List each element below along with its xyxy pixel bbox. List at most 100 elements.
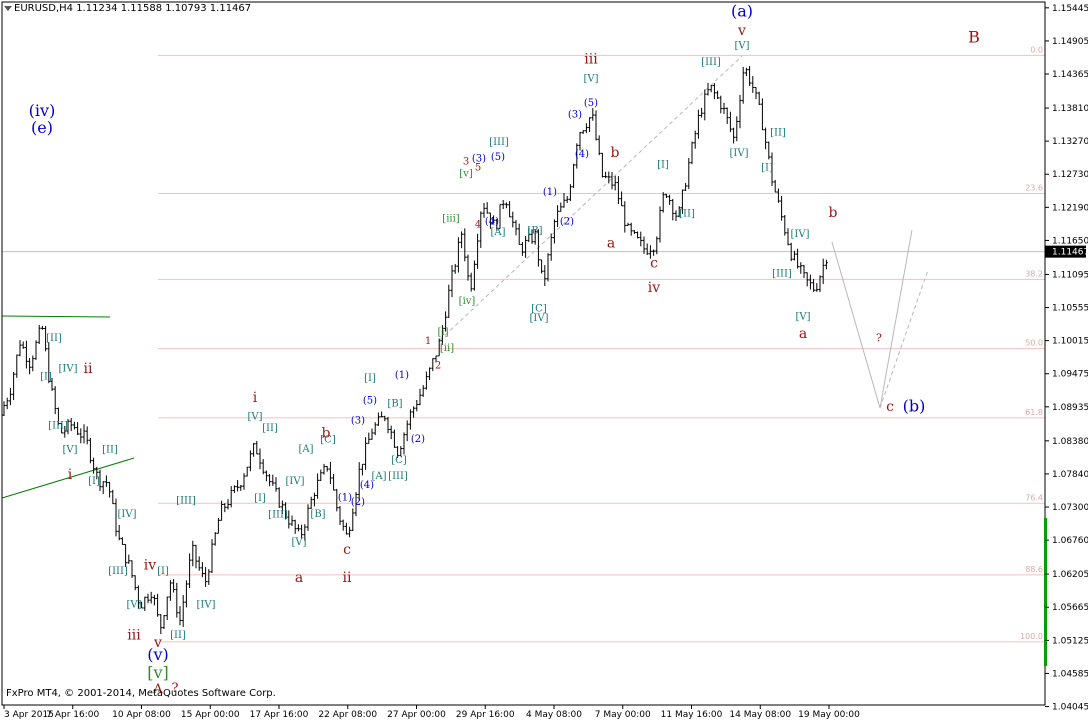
y-tick-label: 1.04045: [1052, 703, 1088, 713]
fib-label: 88.6: [1025, 565, 1043, 574]
candle: [168, 580, 172, 601]
y-tick-label: 1.15445: [1052, 4, 1088, 14]
candle: [290, 515, 294, 526]
wave-label: [V]: [126, 600, 141, 611]
candle: [511, 211, 515, 228]
candle: [469, 272, 473, 292]
candle: [524, 236, 528, 258]
candle: [319, 469, 323, 481]
y-tick-label: 1.07840: [1052, 470, 1088, 480]
wave-label: (3): [568, 109, 582, 120]
candle: [258, 448, 262, 470]
wave-label: (3): [472, 153, 486, 164]
candle: [639, 231, 643, 247]
candle: [328, 461, 332, 484]
candle: [808, 274, 812, 290]
wave-label: iv: [648, 280, 660, 296]
candle: [392, 429, 396, 448]
candle: [700, 107, 704, 118]
x-tick-label: 22 Apr 08:00: [318, 710, 377, 720]
candle: [767, 141, 771, 160]
candle: [562, 192, 566, 208]
wave-label: [IV]: [197, 600, 216, 611]
candle: [8, 387, 12, 406]
candle: [668, 194, 672, 205]
wave-label: i: [253, 390, 258, 406]
wave-label: [A]: [490, 227, 505, 238]
candle: [348, 526, 352, 538]
candle: [360, 463, 364, 476]
candles: [2, 66, 828, 635]
x-tick-label: 27 Apr 00:00: [387, 710, 446, 720]
candle: [344, 522, 348, 535]
x-tick-label: 17 Apr 16:00: [250, 710, 309, 720]
wave-label: (b): [903, 397, 926, 416]
candle: [351, 508, 355, 532]
candle: [15, 354, 19, 378]
candle: [156, 593, 160, 617]
wave-label: b: [611, 145, 620, 161]
price-chart[interactable]: 0.023.638.250.061.876.488.6100.0 (iv)(e)…: [0, 0, 1088, 721]
candle: [696, 109, 700, 139]
wave-label: (5): [584, 98, 598, 109]
candle: [738, 94, 742, 129]
candle: [181, 595, 185, 627]
y-tick-label: 1.07300: [1052, 503, 1088, 513]
candle: [341, 519, 345, 531]
y-tick-label: 1.09475: [1052, 370, 1088, 380]
wave-label: [i]: [437, 327, 448, 338]
candle: [776, 188, 780, 203]
wave-label: ii: [343, 570, 352, 586]
candle: [712, 83, 716, 100]
wave-label: [IV]: [730, 148, 749, 159]
wave-label: a: [295, 570, 303, 586]
wave-label: [IV]: [59, 364, 78, 375]
candle: [162, 615, 166, 629]
candle: [191, 540, 195, 567]
x-tick-label: 11 May 16:00: [661, 710, 723, 720]
candle: [552, 219, 556, 244]
candle: [636, 231, 640, 239]
candle: [549, 233, 553, 261]
fib-label: 0.0: [1030, 45, 1043, 54]
candle: [165, 596, 169, 621]
wave-label: ?: [876, 331, 882, 344]
candle: [389, 425, 393, 440]
candle: [79, 428, 83, 444]
projection-path: [831, 229, 913, 409]
candle: [21, 341, 25, 349]
candle: [159, 614, 163, 635]
candle: [581, 130, 585, 134]
axes: 1.15445 1.14905 1.14365 1.13810 1.13270 1.127…: [1, 1, 1088, 720]
wave-label: [B]: [527, 226, 542, 237]
wave-label: c: [343, 542, 351, 558]
candle: [703, 89, 707, 121]
candle: [613, 175, 617, 191]
wave-label: [IV]: [530, 313, 549, 324]
candle: [143, 596, 147, 611]
candle: [69, 417, 73, 432]
current-price-label: 1.11467: [1052, 248, 1088, 258]
candle: [610, 172, 614, 190]
candle: [34, 340, 38, 360]
candle: [82, 424, 86, 444]
wave-label: [C]: [320, 435, 336, 446]
candle: [111, 489, 115, 505]
candle: [751, 76, 755, 93]
candle: [120, 537, 124, 545]
candle: [242, 473, 246, 490]
candle: [600, 152, 604, 178]
candle: [149, 591, 153, 604]
y-tick-label: 1.10015: [1052, 337, 1088, 347]
candle: [792, 250, 796, 261]
candle: [88, 437, 92, 464]
candle: [370, 428, 374, 440]
x-tick-label: 15 Apr 00:00: [181, 710, 240, 720]
fib-label: 50.0: [1025, 339, 1043, 348]
candle: [226, 499, 230, 510]
candle: [661, 192, 665, 213]
candle: [568, 184, 572, 202]
candle: [540, 259, 544, 274]
candle: [821, 258, 825, 284]
wave-label: (2): [411, 434, 425, 445]
